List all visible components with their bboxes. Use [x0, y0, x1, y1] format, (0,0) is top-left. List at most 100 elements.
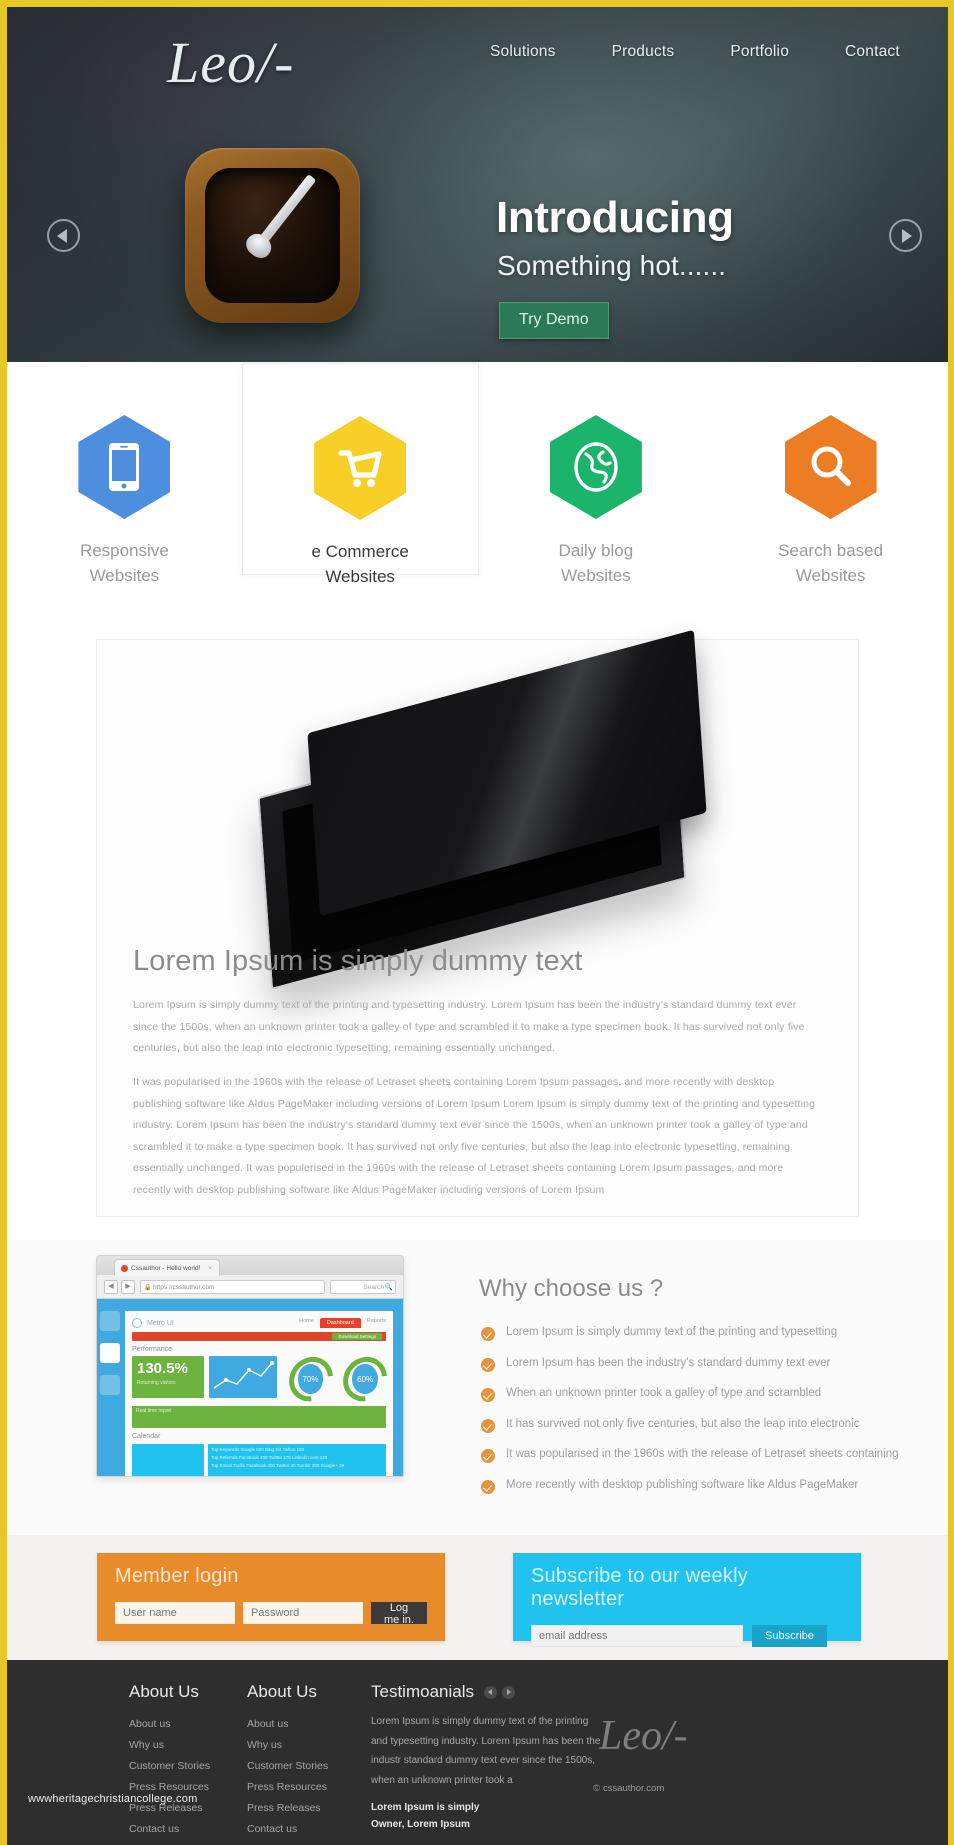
dashboard-header: Metro UI Home Dashboard Reports — [132, 1318, 386, 1328]
footer-link[interactable]: Contact us — [129, 1819, 239, 1840]
feature-label: Daily blog Websites — [559, 539, 634, 588]
check-circle-icon — [481, 1388, 495, 1402]
nav-item-solutions[interactable]: Solutions — [462, 39, 584, 65]
browser-search-box[interactable]: Search — [330, 1279, 396, 1295]
footer-link[interactable]: Contact us — [247, 1819, 357, 1840]
donut-value: 60% — [352, 1364, 378, 1394]
browser-tab[interactable]: Cssauthor - Hello world! × — [114, 1259, 221, 1277]
tablet-device-image — [202, 629, 707, 991]
slider-next-button[interactable] — [889, 219, 922, 252]
browser-mockup-image: Cssauthor - Hello world! × ◀ ▶ https://c… — [96, 1255, 404, 1477]
footer-link[interactable]: Why us — [129, 1735, 239, 1756]
donut-chart-profiles: 60% — [334, 1347, 393, 1411]
username-input[interactable] — [115, 1602, 235, 1624]
arrow-right-icon — [902, 228, 912, 243]
feature-card-responsive[interactable]: Responsive Websites — [7, 393, 242, 633]
calendar-widget — [132, 1444, 204, 1476]
download-settings-button[interactable]: Download Settings — [332, 1333, 382, 1340]
feature-label-line2: Websites — [325, 566, 395, 586]
list-item-label: Lorem Ipsum is simply dummy text of the … — [506, 1326, 838, 1338]
app-sidebar — [97, 1299, 123, 1476]
sidebar-icon-dashboard[interactable] — [100, 1343, 120, 1363]
testimonials-header: Testimoanials — [371, 1682, 601, 1702]
footer-column-about-1: About Us About us Why us Customer Storie… — [129, 1682, 239, 1840]
wooden-bowl-app-icon — [185, 148, 360, 323]
feature-card-search[interactable]: Search based Websites — [713, 393, 948, 633]
try-demo-button[interactable]: Try Demo — [499, 302, 609, 339]
list-item-label: Lorem Ipsum has been the industry's stan… — [506, 1356, 831, 1369]
dashboard-menu-dashboard[interactable]: Dashboard — [319, 1318, 361, 1328]
right-accent-rule — [948, 0, 954, 1845]
footer-logo: Leo/- — [599, 1713, 688, 1759]
article-paragraph-1: Lorem Ipsum is simply dummy text of the … — [133, 999, 805, 1055]
table-row: Top Social Traffic Facebook 400 Twitter … — [211, 1463, 345, 1469]
why-choose-us-section: Cssauthor - Hello world! × ◀ ▶ https://c… — [7, 1240, 948, 1535]
browser-tabbar: Cssauthor - Hello world! × — [97, 1256, 403, 1277]
list-item-label: It was popularised in the 1960s with the… — [506, 1448, 899, 1460]
feature-label-line1: Search based — [778, 541, 884, 560]
app-logo-icon — [132, 1318, 142, 1328]
footer-heading: About Us — [129, 1682, 199, 1701]
sidebar-icon-reports[interactable] — [100, 1311, 120, 1331]
dashboard-menu: Home Dashboard Reports — [299, 1318, 386, 1328]
slider-prev-button[interactable] — [47, 219, 80, 252]
main-navigation: Solutions Products Portfolio Contact — [462, 39, 928, 65]
footer-link[interactable]: About us — [247, 1714, 357, 1735]
footer-link[interactable]: Customer Stories — [247, 1756, 357, 1777]
kpi-grid: 130.5% Returning visitors 70% 60% — [132, 1347, 393, 1411]
why-choose-us-list: Lorem Ipsum is simply dummy text of the … — [481, 1326, 911, 1509]
footer-link[interactable]: Press Releases — [247, 1798, 357, 1819]
feature-card-ecommerce[interactable]: e Commerce Websites — [241, 363, 479, 586]
testimonials-heading: Testimoanials — [371, 1682, 474, 1701]
top-accent-rule — [0, 0, 954, 7]
sparkline-chart — [208, 1356, 277, 1398]
arrow-left-icon[interactable] — [484, 1685, 497, 1699]
browser-viewport: Metro UI Home Dashboard Reports Download… — [97, 1299, 403, 1476]
sidebar-icon-widgets[interactable] — [100, 1375, 120, 1395]
footer-column-about-2: About Us About us Why us Customer Storie… — [247, 1682, 357, 1840]
dashboard-menu-home[interactable]: Home — [299, 1318, 314, 1328]
nav-item-portfolio[interactable]: Portfolio — [702, 39, 817, 65]
feature-label-line1: Daily blog — [558, 541, 634, 560]
newsletter-panel: Subscribe to our weekly newsletter Subsc… — [513, 1553, 861, 1647]
copyright-text: cssauthor.com — [603, 1783, 665, 1794]
favicon-icon — [121, 1264, 128, 1272]
password-input[interactable] — [243, 1602, 363, 1624]
close-icon[interactable]: × — [208, 1260, 212, 1277]
kpi-value: 130.5% — [137, 1360, 188, 1377]
footer-link[interactable]: Press Resources — [247, 1777, 357, 1798]
footer-link[interactable]: Customer Stories — [129, 1756, 239, 1777]
newsletter-title: Subscribe to our weekly newsletter — [531, 1565, 748, 1610]
footer-link[interactable]: Why us — [247, 1735, 357, 1756]
page-root: Leo/- Solutions Products Portfolio Conta… — [0, 0, 954, 1845]
login-submit-button[interactable]: Log me in. — [371, 1602, 427, 1626]
app-name: Metro UI — [147, 1319, 174, 1327]
address-bar[interactable]: https://cssauthor.com — [140, 1279, 325, 1295]
hero-subtitle: Something hot...... — [497, 250, 727, 281]
table-row: Top Keywords Google 500 Bing 3/4 Yahoo 1… — [211, 1447, 305, 1452]
back-icon[interactable]: ◀ — [104, 1279, 118, 1294]
site-logo[interactable]: Leo/- — [167, 29, 294, 96]
arrow-right-icon[interactable] — [502, 1685, 515, 1699]
article-title: Lorem Ipsum is simply dummy text — [133, 945, 583, 977]
globe-icon — [549, 415, 642, 519]
dashboard-menu-reports[interactable]: Reports — [367, 1318, 386, 1328]
member-login-form: Log me in. — [115, 1602, 427, 1626]
email-input[interactable] — [531, 1625, 743, 1647]
footer-link[interactable]: About us — [129, 1714, 239, 1735]
list-item: It has survived not only five centuries,… — [481, 1418, 911, 1433]
article-card: Lorem Ipsum is simply dummy text Lorem I… — [96, 629, 859, 1217]
nav-item-products[interactable]: Products — [584, 39, 703, 65]
footer-testimonials: Testimoanials Lorem Ipsum is simply dumm… — [371, 1682, 601, 1833]
feature-card-blog[interactable]: Daily blog Websites — [479, 393, 714, 633]
feature-label-line2: Websites — [795, 565, 866, 585]
dashboard-actionbar: Download Settings — [132, 1332, 386, 1341]
hex-badge — [314, 416, 407, 520]
subscribe-button[interactable]: Subscribe — [752, 1625, 827, 1647]
check-circle-icon — [481, 1327, 495, 1341]
table-row: Top Referrals Facebook 400 Twitter 275 L… — [211, 1455, 328, 1461]
testimonial-author-name: Lorem Ipsum is simply — [371, 1802, 480, 1813]
list-item: Lorem Ipsum has been the industry's stan… — [481, 1357, 911, 1372]
forward-icon[interactable]: ▶ — [121, 1279, 135, 1294]
nav-item-contact[interactable]: Contact — [817, 39, 928, 65]
